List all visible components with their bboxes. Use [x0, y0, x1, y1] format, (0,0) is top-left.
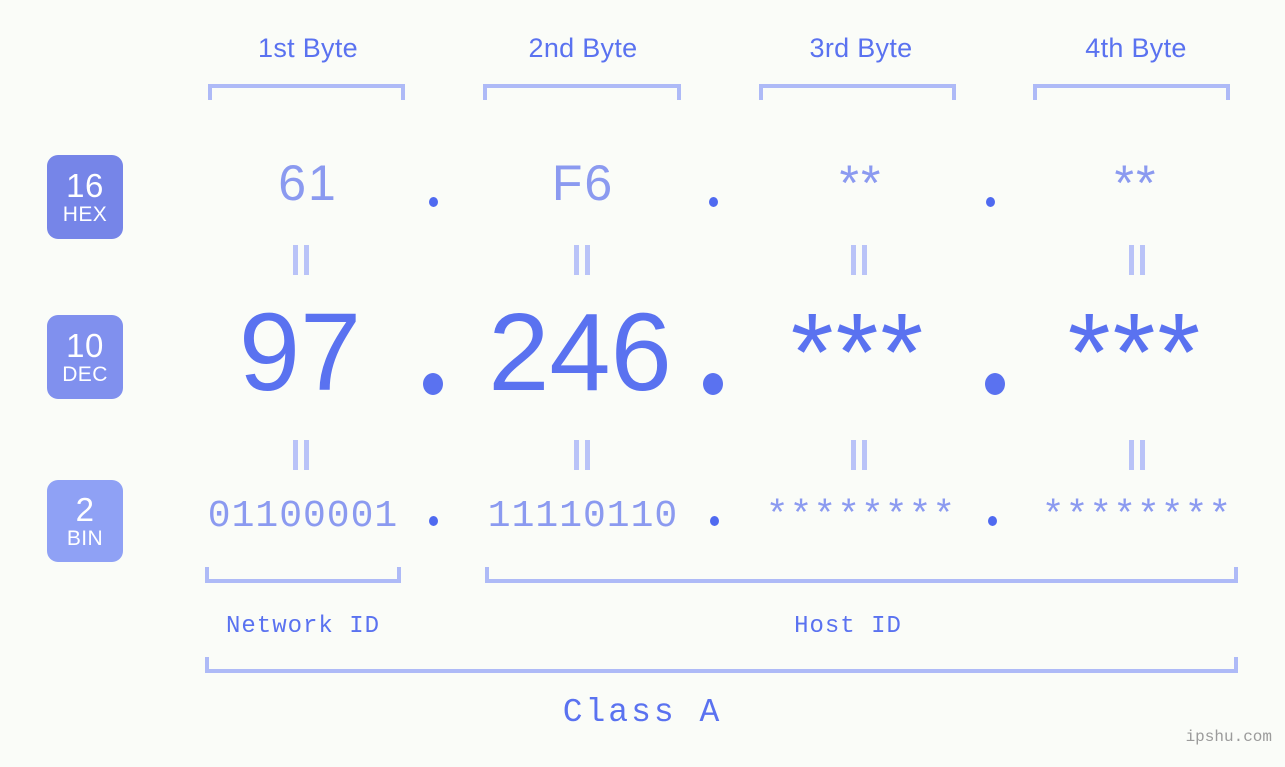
site-watermark: ipshu.com — [1185, 728, 1272, 746]
bin-octet-1: 01100001 — [207, 495, 399, 538]
base-badge-bin-number: 2 — [75, 490, 95, 528]
dec-octet-3: *** — [790, 291, 926, 414]
bin-separator-dot-1 — [429, 516, 438, 526]
hex-separator-dot-3 — [986, 197, 995, 207]
base-badge-dec-name: DEC — [62, 362, 108, 386]
base-badge-hex-number: 16 — [66, 166, 104, 204]
base-badge-dec-number: 10 — [66, 326, 104, 364]
byte-header-3: 3rd Byte — [809, 33, 913, 63]
hex-octet-4: ** — [1114, 155, 1158, 211]
byte-bracket-1 — [208, 84, 405, 100]
equals-separator-dec-bin-1 — [290, 440, 312, 470]
bin-octet-4: ******** — [1041, 495, 1233, 538]
dec-separator-dot-2 — [703, 373, 723, 395]
byte-bracket-3 — [759, 84, 956, 100]
hex-octet-3: ** — [839, 155, 883, 211]
equals-separator-hex-dec-1 — [290, 245, 312, 275]
network-id-bracket — [205, 567, 401, 583]
base-badge-bin-name: BIN — [66, 526, 104, 550]
base-badge-hex-name: HEX — [62, 202, 108, 226]
host-id-bracket — [485, 567, 1238, 583]
equals-separator-dec-bin-3 — [848, 440, 870, 470]
dec-octet-1: 97 — [238, 291, 362, 414]
equals-separator-dec-bin-2 — [571, 440, 593, 470]
host-id-label: Host ID — [794, 613, 902, 640]
byte-bracket-2 — [483, 84, 681, 100]
hex-separator-dot-2 — [709, 197, 718, 207]
hex-separator-dot-1 — [429, 197, 438, 207]
byte-header-4: 4th Byte — [1085, 33, 1187, 63]
bin-separator-dot-3 — [988, 516, 997, 526]
class-label: Class A — [562, 694, 723, 731]
equals-separator-hex-dec-2 — [571, 245, 593, 275]
network-id-label: Network ID — [225, 613, 381, 640]
byte-bracket-4 — [1033, 84, 1230, 100]
base-badge-bin[interactable]: 2 BIN — [47, 480, 123, 562]
dec-octet-2: 246 — [488, 291, 672, 414]
bin-separator-dot-2 — [710, 516, 719, 526]
byte-header-1: 1st Byte — [258, 33, 358, 63]
hex-octet-2: F6 — [551, 155, 615, 211]
equals-separator-dec-bin-4 — [1126, 440, 1148, 470]
dec-separator-dot-3 — [985, 373, 1005, 395]
equals-separator-hex-dec-3 — [848, 245, 870, 275]
byte-header-2: 2nd Byte — [528, 33, 638, 63]
bin-octet-2: 11110110 — [487, 495, 679, 538]
hex-octet-1: 61 — [278, 155, 338, 211]
bin-octet-3: ******** — [765, 495, 957, 538]
equals-separator-hex-dec-4 — [1126, 245, 1148, 275]
dec-octet-4: *** — [1067, 291, 1203, 414]
dec-separator-dot-1 — [423, 373, 443, 395]
class-bracket — [205, 657, 1238, 673]
ip-breakdown-diagram: 1st Byte 2nd Byte 3rd Byte 4th Byte 16 H… — [0, 0, 1285, 767]
base-badge-dec[interactable]: 10 DEC — [47, 315, 123, 399]
base-badge-hex[interactable]: 16 HEX — [47, 155, 123, 239]
